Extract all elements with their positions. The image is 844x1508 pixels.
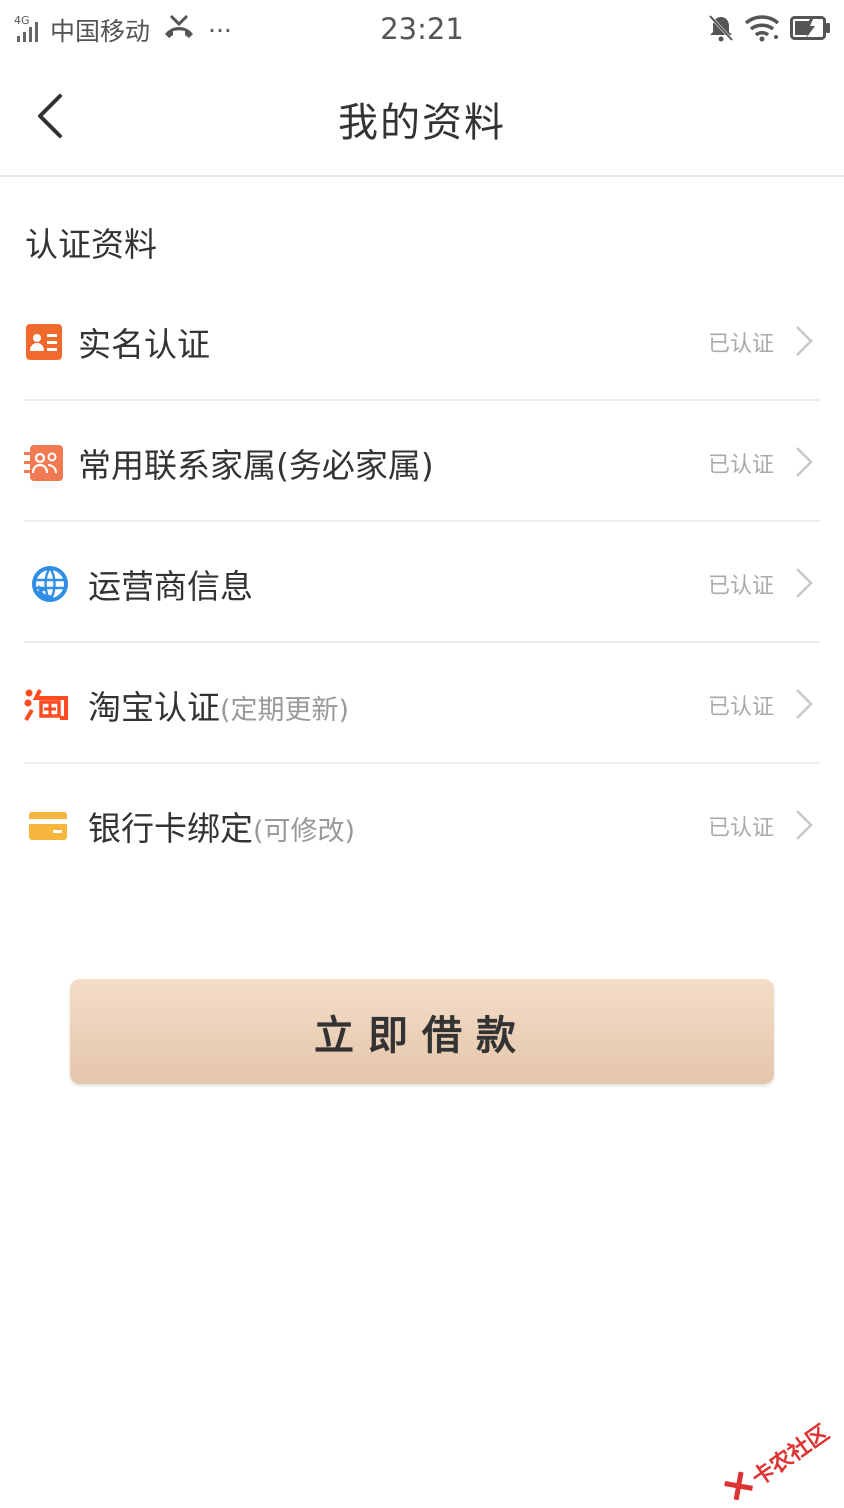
status-text: 已认证 (707, 816, 774, 841)
globe-refresh-icon (28, 562, 72, 606)
section-title: 认证资料 (25, 225, 157, 264)
nav-bar: 我的资料 (0, 60, 844, 177)
mute-bell-icon (698, 14, 734, 42)
status-right (698, 14, 832, 42)
list-item-taobao[interactable]: 淘宝认证(定期更新) 已认证 (0, 643, 844, 764)
watermark-text: 卡农社区 (747, 1420, 835, 1492)
wifi-icon (734, 14, 780, 42)
taobao-icon (24, 683, 72, 727)
list-item-label: 实名认证 (78, 325, 210, 364)
contacts-icon (22, 441, 66, 485)
battery-charging-icon (780, 15, 832, 41)
verification-list: 实名认证 已认证 常用联系家属(务必家属) 已认证 运营商信息 已认证 淘宝认证… (0, 280, 844, 885)
borrow-now-button[interactable]: 立即借款 (70, 979, 774, 1084)
status-text: 已认证 (707, 695, 774, 720)
id-card-icon (22, 320, 66, 364)
status-text: 已认证 (707, 453, 774, 478)
list-item-label: 银行卡绑定(可修改) (88, 809, 356, 848)
page-title: 我的资料 (338, 100, 506, 146)
list-item-label: 常用联系家属(务必家属) (78, 446, 434, 485)
chevron-right-icon (794, 566, 814, 604)
status-text: 已认证 (707, 332, 774, 357)
list-item-carrier[interactable]: 运营商信息 已认证 (0, 522, 844, 643)
chevron-right-icon (794, 687, 814, 725)
list-item-label: 淘宝认证(定期更新) (88, 688, 350, 727)
watermark: 卡农社区 (721, 1416, 834, 1508)
chevron-right-icon (794, 324, 814, 362)
chevron-right-icon (794, 445, 814, 483)
status-bar: 4G 中国移动 ··· 23:21 (0, 0, 844, 60)
list-item-bank-card[interactable]: 银行卡绑定(可修改) 已认证 (0, 764, 844, 885)
list-item-contacts[interactable]: 常用联系家属(务必家属) 已认证 (0, 401, 844, 522)
status-text: 已认证 (707, 574, 774, 599)
list-item-label: 运营商信息 (88, 567, 253, 606)
chevron-right-icon (794, 808, 814, 846)
bank-card-icon (28, 804, 68, 848)
list-item-real-name[interactable]: 实名认证 已认证 (0, 280, 844, 401)
